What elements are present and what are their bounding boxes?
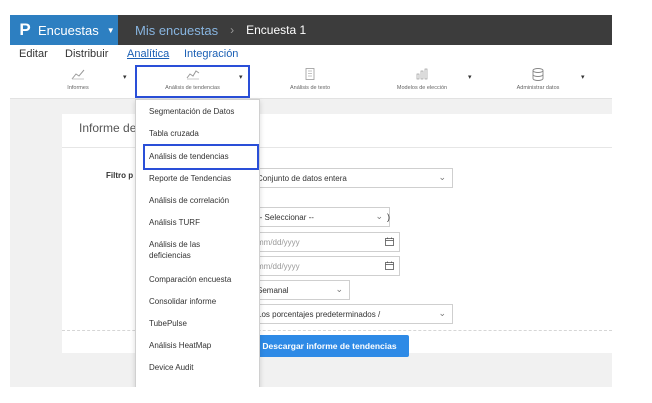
bar-chart-icon: [416, 68, 428, 80]
dropdown-item[interactable]: TubePulse: [149, 319, 187, 329]
breadcrumb-my-surveys[interactable]: Mis encuestas: [135, 23, 218, 38]
main-menu: Editar Distribuir Analítica Integración: [10, 45, 612, 64]
calendar-icon[interactable]: [385, 237, 394, 246]
dropdown-item[interactable]: Análisis de correlación: [149, 196, 229, 206]
chevron-down-icon: ⌄: [438, 172, 446, 182]
dataset-select[interactable]: Conjunto de datos entera ⌄: [250, 168, 453, 188]
dropdown-item-selected[interactable]: Análisis de tendencias: [143, 144, 259, 170]
tool-administrar-datos[interactable]: Administrar datos: [500, 67, 576, 96]
chevron-down-icon: ⌄: [438, 308, 446, 318]
caret-down-icon: ▾: [239, 74, 243, 81]
period-select[interactable]: Semanal ⌄: [250, 280, 350, 300]
tool-label: Modelos de elección: [396, 85, 448, 91]
dropdown-item[interactable]: Análisis TURF: [149, 218, 200, 228]
dropdown-item-continued[interactable]: deficiencias: [149, 251, 191, 261]
breadcrumb: Mis encuestas › Encuesta 1: [135, 15, 306, 45]
percentage-select[interactable]: Los porcentajes predeterminados / ⌄: [250, 304, 453, 324]
product-name: Encuestas: [38, 22, 99, 38]
dropdown-item[interactable]: Análisis HeatMap: [149, 341, 211, 351]
top-bar: P Encuestas ▼ Mis encuestas › Encuesta 1: [10, 15, 612, 45]
text-grid-icon: [305, 68, 315, 80]
caret-down-icon[interactable]: ▾: [123, 73, 127, 81]
chevron-right-icon: ›: [230, 23, 235, 37]
tool-analisis-texto[interactable]: Análisis de texto: [270, 67, 350, 96]
tool-analisis-tendencias[interactable]: Análisis de tendencias ▾: [135, 65, 250, 98]
percentage-value: Los porcentajes predeterminados /: [257, 310, 381, 319]
right-margin: [612, 0, 652, 403]
dropdown-item[interactable]: Reporte de Tendencias: [149, 174, 231, 184]
dropdown-item[interactable]: Tabla cruzada: [149, 129, 199, 139]
tool-modelos-eleccion[interactable]: Modelos de elección: [382, 67, 462, 96]
dropdown-item[interactable]: Device Audit: [149, 363, 193, 373]
dropdown-item[interactable]: Comparación encuesta: [149, 275, 231, 285]
caret-down-icon[interactable]: ▾: [468, 73, 472, 81]
dropdown-item[interactable]: Segmentación de Datos: [149, 107, 234, 117]
caret-down-icon[interactable]: ▾: [581, 73, 585, 81]
trend-analysis-dropdown: Segmentación de Datos Tabla cruzada Anál…: [135, 99, 260, 387]
start-date-field[interactable]: mm/dd/yyyy: [250, 232, 400, 252]
end-date-placeholder: mm/dd/yyyy: [257, 262, 300, 271]
panel-title: Informe de: [79, 121, 137, 135]
breadcrumb-current-survey: Encuesta 1: [246, 23, 307, 37]
filter-label: Filtro p: [106, 171, 134, 180]
menu-editar[interactable]: Editar: [19, 48, 48, 60]
line-chart-icon: [71, 69, 85, 80]
menu-analitica[interactable]: Analítica: [127, 48, 169, 60]
top-spacer: [10, 0, 612, 15]
select-value: -- Seleccionar --: [257, 213, 314, 222]
chevron-down-icon: ⌄: [375, 211, 383, 221]
product-switcher[interactable]: P Encuestas ▼: [10, 15, 118, 45]
analytics-toolbar: Informes ▾ Análisis de tendencias ▾ Anál…: [10, 64, 612, 99]
dropdown-item[interactable]: Consolidar informe: [149, 297, 216, 307]
end-date-field[interactable]: mm/dd/yyyy: [250, 256, 400, 276]
database-icon: [532, 68, 544, 81]
download-trend-report-button[interactable]: Descargar informe de tendencias: [250, 335, 409, 357]
dropdown-item[interactable]: Análisis de las: [149, 240, 200, 250]
tool-label: Análisis de tendencias: [165, 85, 220, 91]
period-value: Semanal: [257, 286, 289, 295]
tool-informes[interactable]: Informes: [40, 67, 116, 96]
caret-down-icon: ▼: [106, 25, 115, 35]
bracket-text: ): [387, 212, 390, 222]
trend-chart-icon: [186, 70, 199, 80]
tool-label: Administrar datos: [516, 85, 560, 91]
menu-integracion[interactable]: Integración: [184, 48, 238, 60]
chevron-down-icon: ⌄: [335, 284, 343, 294]
start-date-placeholder: mm/dd/yyyy: [257, 238, 300, 247]
dataset-value: Conjunto de datos entera: [257, 174, 347, 183]
tool-label: Análisis de texto: [289, 85, 331, 91]
brand-logo: P: [19, 20, 31, 39]
menu-distribuir[interactable]: Distribuir: [65, 48, 108, 60]
app-window: P Encuestas ▼ Mis encuestas › Encuesta 1…: [10, 15, 612, 387]
question-select[interactable]: -- Seleccionar -- ⌄: [250, 207, 390, 227]
calendar-icon[interactable]: [385, 261, 394, 270]
tool-label: Informes: [67, 85, 89, 91]
